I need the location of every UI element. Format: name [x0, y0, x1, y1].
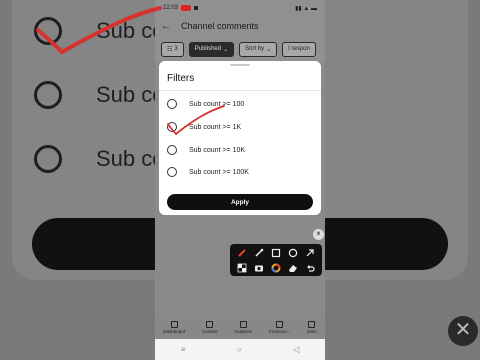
- bottom-nav: Dashboard Content Analytics Commun... Ea…: [155, 315, 325, 339]
- status-time: 22:03: [163, 5, 179, 11]
- nav-label: Content: [201, 328, 218, 334]
- home-icon[interactable]: ○: [237, 345, 242, 354]
- status-icons: ▮▮ ▲ ▬: [295, 5, 317, 12]
- arrow-icon[interactable]: [304, 247, 316, 259]
- menu-icon[interactable]: ≡: [181, 345, 186, 354]
- nav-content[interactable]: Content: [201, 320, 218, 334]
- nav-label: Dashboard: [163, 328, 186, 334]
- chevron-down-icon: ⌄: [223, 46, 229, 53]
- chip-label: Published: [194, 46, 222, 52]
- recording-icon: [181, 5, 192, 11]
- filter-option-1k[interactable]: Sub count >= 1K: [167, 121, 241, 133]
- nav-dashboard[interactable]: Dashboard: [163, 320, 186, 334]
- response-chip[interactable]: I respon: [282, 41, 316, 57]
- filter-option-100k[interactable]: Sub count >= 100K: [167, 166, 249, 178]
- annotation-toolbar: [230, 244, 322, 276]
- nav-analytics[interactable]: Analytics: [234, 320, 253, 334]
- divider: [159, 90, 321, 91]
- undo-icon[interactable]: [304, 262, 316, 274]
- back-icon[interactable]: ◁: [293, 345, 299, 354]
- marker-icon[interactable]: [253, 247, 265, 259]
- option-label: Sub count >= 100K: [189, 168, 249, 176]
- chip-label: I respon: [288, 46, 310, 52]
- filter-chips: ☷ 3 Published ⌄ Sort by ⌄ I respon: [155, 36, 325, 62]
- system-nav-bar: ≡ ○ ◁: [155, 339, 325, 360]
- drag-handle[interactable]: [230, 64, 250, 66]
- apply-button[interactable]: Apply: [167, 194, 313, 210]
- filter-icon: ☷: [167, 46, 173, 53]
- option-label: Sub count >= 100: [189, 100, 245, 108]
- app-bar: ← Channel comments: [155, 16, 325, 36]
- color-icon[interactable]: [270, 262, 282, 274]
- notification-icon: [194, 6, 199, 10]
- content-icon: [206, 320, 214, 328]
- dashboard-icon: [170, 320, 178, 328]
- camera-icon[interactable]: [253, 262, 265, 274]
- sort-by-chip[interactable]: Sort by ⌄: [239, 41, 278, 57]
- radio-button[interactable]: [167, 167, 177, 177]
- background-radio-icon: [34, 145, 62, 173]
- status-bar: 22:03 ▮▮ ▲ ▬: [155, 0, 325, 16]
- nav-label: Commun...: [268, 328, 291, 334]
- mosaic-icon[interactable]: [236, 262, 248, 274]
- nav-label: Analytics: [234, 328, 253, 334]
- dialog-title: Filters: [167, 73, 195, 84]
- page-title: Channel comments: [181, 21, 259, 31]
- pen-icon[interactable]: [236, 247, 248, 259]
- community-icon: [276, 320, 284, 328]
- nav-community[interactable]: Commun...: [268, 320, 291, 334]
- filters-dialog: Filters Sub count >= 100 Sub count >= 1K…: [159, 61, 321, 215]
- circle-icon[interactable]: [287, 247, 299, 259]
- filter-option-10k[interactable]: Sub count >= 10K: [167, 144, 245, 156]
- earn-icon: [308, 320, 316, 328]
- filter-count-chip[interactable]: ☷ 3: [161, 41, 184, 57]
- radio-button[interactable]: [167, 122, 177, 132]
- close-icon[interactable]: ✕: [448, 316, 478, 346]
- nav-earn[interactable]: Earn: [307, 320, 317, 334]
- filter-option-100[interactable]: Sub count >= 100: [167, 98, 244, 110]
- option-label: Sub count >= 10K: [189, 146, 246, 154]
- radio-button[interactable]: [167, 99, 177, 109]
- eraser-icon[interactable]: [287, 262, 299, 274]
- chip-label: Sort by: [245, 46, 265, 52]
- analytics-icon: [239, 320, 247, 328]
- chevron-down-icon: ⌄: [266, 46, 272, 53]
- background-radio-icon: [34, 17, 62, 45]
- option-label: Sub count >= 1K: [189, 123, 242, 131]
- rectangle-icon[interactable]: [270, 247, 282, 259]
- back-arrow-icon[interactable]: ←: [161, 21, 175, 32]
- published-chip[interactable]: Published ⌄: [188, 41, 235, 57]
- radio-button[interactable]: [167, 145, 177, 155]
- toolbar-close-icon[interactable]: ×: [313, 229, 324, 240]
- chip-label: 3: [174, 46, 178, 52]
- nav-label: Earn: [307, 328, 317, 334]
- background-radio-icon: [34, 81, 62, 109]
